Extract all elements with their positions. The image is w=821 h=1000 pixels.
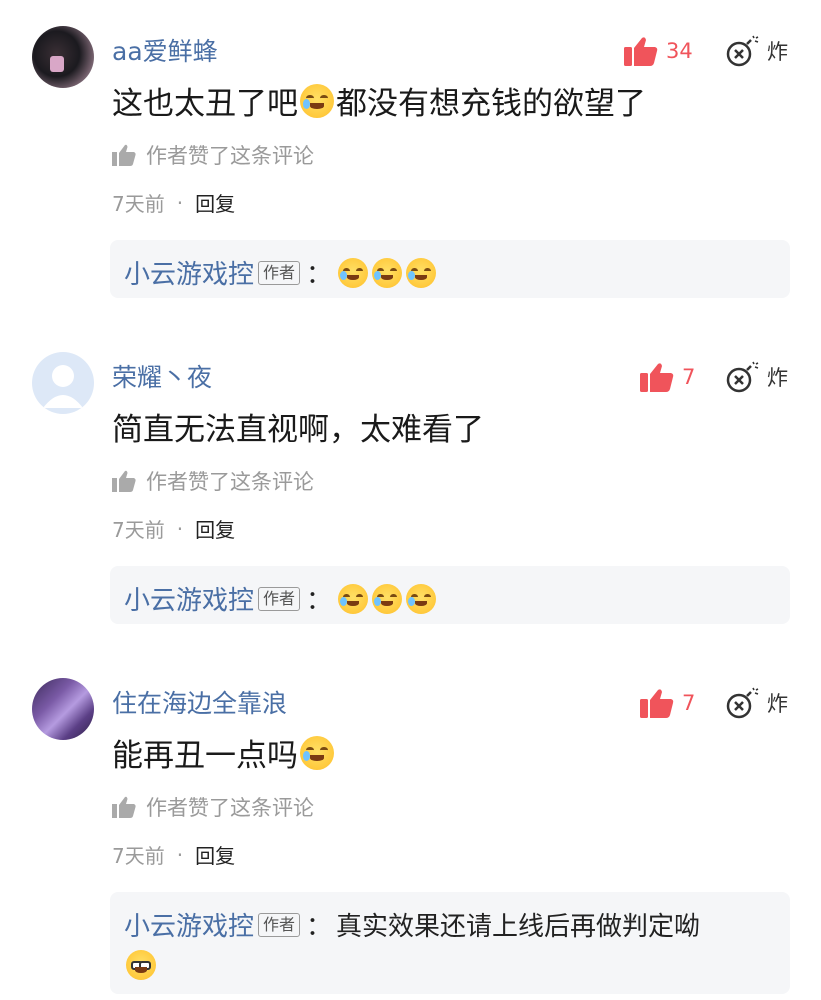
comment-content: 这也太丑了吧 都没有想充钱的欲望了 bbox=[112, 78, 646, 123]
separator-dot: · bbox=[176, 190, 184, 215]
author-badge: 作者 bbox=[258, 260, 301, 285]
default-avatar-icon bbox=[43, 365, 83, 408]
author-liked-text: 作者赞了这条评论 bbox=[146, 144, 314, 168]
username[interactable]: aa爱鲜蜂 bbox=[112, 32, 218, 68]
author-reply[interactable]: 小云游戏控 作者 ： 真实效果还请上线后再做判定呦 bbox=[110, 892, 790, 994]
bomb-label: 炸 bbox=[767, 40, 788, 64]
comment-meta: 7天前 · 回复 bbox=[112, 514, 235, 543]
reply-colon: ： bbox=[306, 260, 333, 290]
avatar[interactable] bbox=[32, 352, 94, 414]
comment-text: 都没有想充钱的欲望了 bbox=[336, 86, 646, 122]
bomb-icon bbox=[726, 361, 759, 393]
comment-content: 能再丑一点吗 bbox=[112, 730, 336, 775]
like-count: 7 bbox=[682, 365, 696, 389]
bomb-icon bbox=[726, 687, 759, 719]
timestamp: 7天前 bbox=[112, 192, 165, 216]
reply-author-name[interactable]: 小云游戏控 bbox=[124, 906, 254, 943]
bomb-button[interactable]: 炸 bbox=[725, 686, 788, 720]
laugh-cry-emoji bbox=[300, 83, 334, 118]
like-count: 34 bbox=[666, 39, 693, 63]
reply-button[interactable]: 回复 bbox=[195, 514, 235, 543]
thumbs-up-icon bbox=[640, 689, 674, 718]
comment-text: 这也太丑了吧 bbox=[112, 86, 298, 122]
avatar[interactable] bbox=[32, 678, 94, 740]
avatar[interactable] bbox=[32, 26, 94, 88]
bomb-label: 炸 bbox=[767, 366, 788, 390]
comment-text: 能再丑一点吗 bbox=[112, 738, 298, 774]
comment-meta: 7天前 · 回复 bbox=[112, 840, 235, 869]
reply-author-name[interactable]: 小云游戏控 bbox=[124, 580, 254, 617]
comment-meta: 7天前 · 回复 bbox=[112, 188, 235, 217]
comment-text: 简直无法直视啊，太难看了 bbox=[112, 412, 484, 448]
author-liked-note: 作者赞了这条评论 bbox=[112, 466, 314, 496]
bomb-label: 炸 bbox=[767, 692, 788, 716]
author-liked-note: 作者赞了这条评论 bbox=[112, 792, 314, 822]
laugh-cry-emoji bbox=[338, 257, 369, 288]
laugh-cry-emoji bbox=[406, 257, 437, 288]
bomb-icon bbox=[726, 35, 759, 67]
like-button[interactable]: 7 bbox=[640, 688, 695, 718]
author-badge: 作者 bbox=[258, 586, 301, 611]
separator-dot: · bbox=[176, 516, 184, 541]
thumbs-up-small-icon bbox=[112, 470, 136, 492]
comment-content: 简直无法直视啊，太难看了 bbox=[112, 404, 484, 449]
comment-item: aa爱鲜蜂 34 炸 这也太丑了吧 都没有想充钱的欲望了 作者赞了这条评论 7天… bbox=[0, 26, 821, 326]
laugh-cry-emoji bbox=[338, 583, 369, 614]
author-liked-text: 作者赞了这条评论 bbox=[146, 796, 314, 820]
laugh-cry-emoji bbox=[372, 257, 403, 288]
like-count: 7 bbox=[682, 691, 696, 715]
thumbs-up-small-icon bbox=[112, 796, 136, 818]
reply-colon: ： bbox=[306, 912, 333, 942]
author-reply[interactable]: 小云游戏控 作者 ： bbox=[110, 566, 790, 624]
username[interactable]: 荣耀丶夜 bbox=[112, 358, 212, 394]
laugh-cry-emoji bbox=[300, 735, 334, 770]
bomb-button[interactable]: 炸 bbox=[725, 360, 788, 394]
like-button[interactable]: 34 bbox=[624, 36, 693, 66]
thumbs-up-icon bbox=[624, 37, 658, 66]
thumbs-up-small-icon bbox=[112, 144, 136, 166]
thumbs-up-icon bbox=[640, 363, 674, 392]
username[interactable]: 住在海边全靠浪 bbox=[112, 684, 287, 720]
author-reply[interactable]: 小云游戏控 作者 ： bbox=[110, 240, 790, 298]
laugh-cry-emoji bbox=[372, 583, 403, 614]
bomb-button[interactable]: 炸 bbox=[725, 34, 788, 68]
reply-button[interactable]: 回复 bbox=[195, 188, 235, 217]
author-liked-text: 作者赞了这条评论 bbox=[146, 470, 314, 494]
author-liked-note: 作者赞了这条评论 bbox=[112, 140, 314, 170]
comment-item: 住在海边全靠浪 7 炸 能再丑一点吗 作者赞了这条评论 7天前 · 回复 小云游… bbox=[0, 678, 821, 1000]
timestamp: 7天前 bbox=[112, 518, 165, 542]
timestamp: 7天前 bbox=[112, 844, 165, 868]
nerd-glasses-emoji bbox=[126, 950, 156, 980]
reply-colon: ： bbox=[306, 586, 333, 616]
reply-text: 真实效果还请上线后再做判定呦 bbox=[336, 912, 701, 942]
like-button[interactable]: 7 bbox=[640, 362, 695, 392]
laugh-cry-emoji bbox=[406, 583, 437, 614]
separator-dot: · bbox=[176, 842, 184, 867]
reply-button[interactable]: 回复 bbox=[195, 840, 235, 869]
comment-item: 荣耀丶夜 7 炸 简直无法直视啊，太难看了 作者赞了这条评论 7天前 · 回复 bbox=[0, 352, 821, 652]
author-badge: 作者 bbox=[258, 912, 301, 937]
reply-author-name[interactable]: 小云游戏控 bbox=[124, 254, 254, 291]
